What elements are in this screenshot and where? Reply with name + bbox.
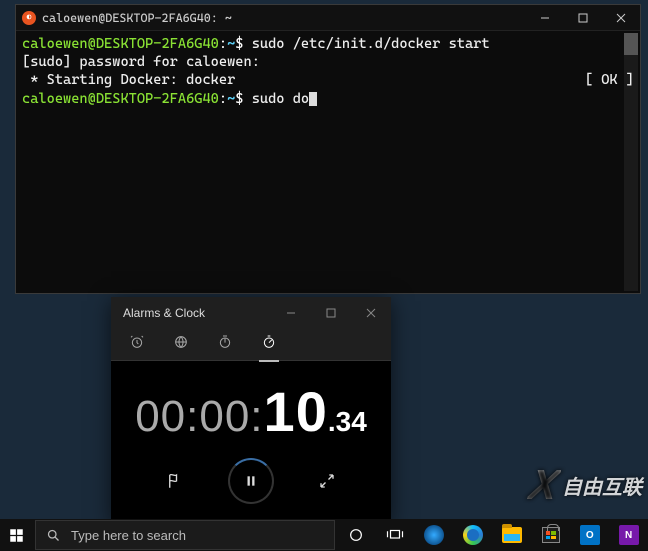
desktop: ◐ caloewen@DESKTOP-2FA6G40: ~ caloewen@D…	[0, 0, 648, 551]
terminal-body[interactable]: caloewen@DESKTOP-2FA6G40:~$ sudo /etc/in…	[16, 31, 640, 112]
tab-alarm[interactable]	[127, 328, 147, 361]
minimize-button[interactable]	[271, 297, 311, 329]
clock-title: Alarms & Clock	[123, 306, 271, 320]
terminal-window: ◐ caloewen@DESKTOP-2FA6G40: ~ caloewen@D…	[15, 4, 641, 294]
alarms-clock-window: Alarms & Clock 00:00:10.34	[111, 297, 391, 522]
taskbar-app-unknown[interactable]	[415, 519, 454, 551]
search-icon	[46, 528, 61, 543]
stopwatch-display: 00:00:10.34	[135, 379, 367, 444]
close-button[interactable]	[351, 297, 391, 329]
terminal-titlebar[interactable]: ◐ caloewen@DESKTOP-2FA6G40: ~	[16, 5, 640, 31]
taskbar-app-edge[interactable]	[454, 519, 493, 551]
ubuntu-icon: ◐	[22, 11, 36, 25]
cortana-button[interactable]	[337, 519, 376, 551]
minimize-button[interactable]	[526, 5, 564, 31]
task-view-button[interactable]	[376, 519, 415, 551]
watermark: X 自由互联	[530, 461, 642, 509]
search-placeholder: Type here to search	[71, 528, 186, 543]
app-icon	[424, 525, 444, 545]
store-icon	[542, 527, 560, 543]
terminal-line: caloewen@DESKTOP-2FA6G40:~$ sudo do	[22, 90, 634, 108]
onenote-icon: N	[619, 525, 639, 545]
terminal-line: * Starting Docker: docker[ OK ]	[22, 71, 634, 89]
expand-button[interactable]	[314, 468, 340, 494]
watermark-text: 自由互联	[562, 471, 642, 500]
start-button[interactable]	[0, 519, 33, 551]
terminal-line: caloewen@DESKTOP-2FA6G40:~$ sudo /etc/in…	[22, 35, 634, 53]
terminal-line: [sudo] password for caloewen:	[22, 53, 634, 71]
tab-world-clock[interactable]	[171, 328, 191, 361]
taskbar-search[interactable]: Type here to search	[35, 520, 335, 550]
pause-button[interactable]	[228, 458, 274, 504]
lap-flag-button[interactable]	[162, 468, 188, 494]
outlook-icon: O	[580, 525, 600, 545]
tab-stopwatch[interactable]	[259, 328, 279, 361]
clock-tabs	[111, 329, 391, 361]
taskbar: Type here to search O N	[0, 519, 648, 551]
watermark-x-icon: X	[525, 461, 563, 509]
taskbar-app-explorer[interactable]	[493, 519, 532, 551]
terminal-cursor	[309, 92, 317, 106]
taskbar-app-onenote[interactable]: N	[609, 519, 648, 551]
edge-icon	[463, 525, 483, 545]
tab-timer[interactable]	[215, 328, 235, 361]
terminal-title: caloewen@DESKTOP-2FA6G40: ~	[42, 11, 526, 25]
stopwatch-panel: 00:00:10.34	[111, 361, 391, 522]
taskbar-app-store[interactable]	[531, 519, 570, 551]
close-button[interactable]	[602, 5, 640, 31]
maximize-button[interactable]	[311, 297, 351, 329]
clock-titlebar[interactable]: Alarms & Clock	[111, 297, 391, 329]
maximize-button[interactable]	[564, 5, 602, 31]
file-explorer-icon	[502, 527, 522, 543]
taskbar-app-outlook[interactable]: O	[570, 519, 609, 551]
